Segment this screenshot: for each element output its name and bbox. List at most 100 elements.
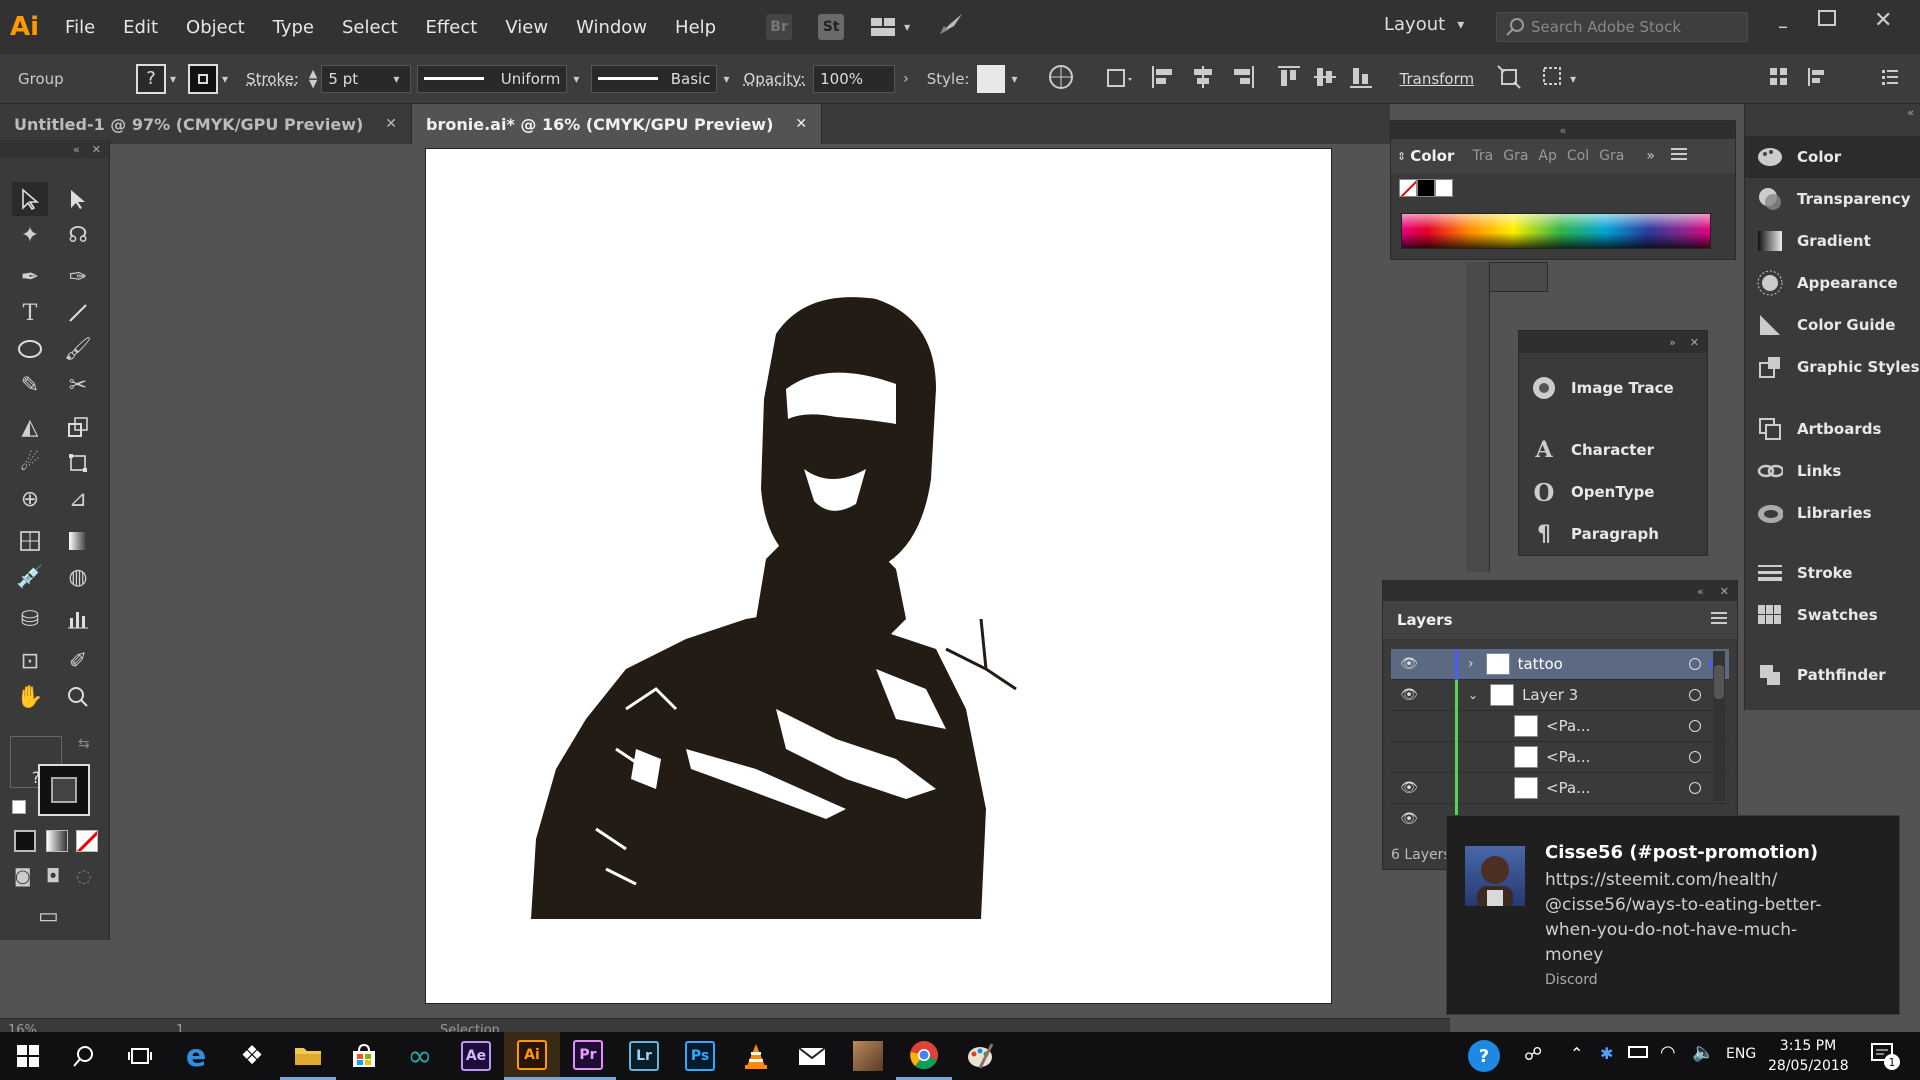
close-icon[interactable]: ✕ <box>795 116 807 132</box>
layer-row-path-3[interactable]: 👁 <Pa... <box>1391 772 1729 804</box>
target-icon[interactable] <box>1689 689 1701 701</box>
close-icon[interactable]: ✕ <box>385 116 397 132</box>
paintbrush-tool[interactable]: 🖌 <box>60 332 96 366</box>
taskbar-photo-app[interactable] <box>840 1032 896 1080</box>
tab-appearance[interactable]: Ap <box>1538 148 1556 164</box>
tab-gradient[interactable]: Gra <box>1503 148 1528 164</box>
menu-type[interactable]: Type <box>273 17 314 38</box>
graphic-style-swatch[interactable] <box>977 64 1006 93</box>
chevron-down-icon[interactable]: ⌄ <box>1468 688 1478 702</box>
opacity-input[interactable]: 100% <box>813 64 896 93</box>
ellipse-tool[interactable] <box>12 332 48 366</box>
chevron-down-icon[interactable]: ▾ <box>222 72 228 86</box>
maximize-button[interactable] <box>1818 10 1836 26</box>
chevron-down-icon[interactable]: ▾ <box>1570 72 1576 86</box>
color-mode-button[interactable] <box>14 830 36 852</box>
tab-untitled-1[interactable]: Untitled-1 @ 97% (CMYK/GPU Preview) ✕ <box>0 104 413 144</box>
panel-opentype[interactable]: O OpenType <box>1519 471 1707 513</box>
opacity-label[interactable]: Opacity: <box>743 70 805 88</box>
magic-wand-tool[interactable]: ✦ <box>12 218 48 252</box>
chevron-right-icon[interactable]: › <box>903 71 909 87</box>
distribute-button[interactable] <box>1806 66 1834 92</box>
taskbar-lightroom[interactable]: Lr <box>616 1032 672 1080</box>
eye-icon[interactable]: 👁 <box>1391 780 1427 796</box>
collapse-icon[interactable]: « <box>73 143 80 156</box>
shaper-tool[interactable]: ✎ <box>12 368 48 402</box>
eye-icon[interactable]: 👁 <box>1391 656 1427 672</box>
expand-icon[interactable]: » <box>1669 336 1676 349</box>
taskbar-mail[interactable] <box>784 1032 840 1080</box>
arrange-documents-button[interactable]: ▾ <box>870 16 910 38</box>
battery-icon[interactable] <box>1628 1046 1648 1058</box>
menu-effect[interactable]: Effect <box>426 17 478 38</box>
transform-link[interactable]: Transform <box>1400 70 1475 88</box>
menu-window[interactable]: Window <box>576 17 647 38</box>
menu-object[interactable]: Object <box>186 17 245 38</box>
selection-tool[interactable] <box>12 182 48 216</box>
eyedropper-tool[interactable]: 💉 <box>12 560 48 594</box>
taskbar-premiere[interactable]: Pr <box>560 1032 616 1080</box>
task-view-button[interactable] <box>112 1032 168 1080</box>
envelope-button[interactable] <box>1540 64 1566 94</box>
screen-mode-icon[interactable]: ▭ <box>38 904 59 929</box>
scale-tool[interactable] <box>60 410 96 444</box>
perspective-grid-tool[interactable]: ⊿ <box>60 482 96 516</box>
close-icon[interactable]: ✕ <box>1690 336 1699 349</box>
zoom-tool[interactable] <box>60 680 96 714</box>
dock-item-artboards[interactable]: Artboards <box>1745 408 1920 450</box>
white-swatch[interactable] <box>1435 179 1453 197</box>
dock-item-color[interactable]: Color <box>1745 136 1920 178</box>
taskbar-photoshop[interactable]: Ps <box>672 1032 728 1080</box>
chevron-down-icon[interactable]: ▾ <box>573 72 579 86</box>
dock-item-gradient[interactable]: Gradient <box>1745 220 1920 262</box>
layer-name[interactable]: <Pa... <box>1546 717 1590 735</box>
bluetooth-icon[interactable]: ✱ <box>1600 1044 1613 1063</box>
control-menu-button[interactable] <box>1880 66 1900 92</box>
tab-transparency[interactable]: Tra <box>1472 148 1493 164</box>
taskbar-after-effects[interactable]: Ae <box>448 1032 504 1080</box>
workspace-switcher[interactable]: Layout ▾ <box>1384 14 1464 35</box>
taskbar-dropbox[interactable]: ❖ <box>224 1032 280 1080</box>
dock-item-stroke[interactable]: Stroke <box>1745 552 1920 594</box>
more-tabs-icon[interactable]: » <box>1646 148 1655 164</box>
stroke-color-box[interactable] <box>38 764 90 816</box>
none-mode-button[interactable] <box>76 830 98 852</box>
start-button[interactable] <box>0 1032 56 1080</box>
panel-menu-button[interactable] <box>1670 147 1687 165</box>
layer-row-tattoo[interactable]: 👁 › tattoo <box>1391 649 1729 680</box>
blend-tool[interactable]: ◍ <box>60 560 96 594</box>
chevron-down-icon[interactable]: ▾ <box>393 72 399 86</box>
shape-builder-tool[interactable]: ⊕ <box>12 482 48 516</box>
close-icon[interactable]: ✕ <box>1720 585 1729 598</box>
collapse-icon[interactable]: « <box>1697 585 1704 598</box>
align-hcenter-button[interactable] <box>1190 64 1216 94</box>
brush-definition[interactable]: Basic <box>591 64 718 93</box>
align-bottom-button[interactable] <box>1348 64 1374 94</box>
variable-width-profile[interactable]: Uniform <box>417 64 568 93</box>
black-swatch[interactable] <box>1417 179 1435 197</box>
layer-row-path-2[interactable]: <Pa... <box>1391 741 1729 773</box>
artboard-tool[interactable]: ⊡ <box>12 644 48 678</box>
target-icon[interactable] <box>1689 782 1701 794</box>
dock-item-swatches[interactable]: Swatches <box>1745 594 1920 636</box>
taskbar-chrome[interactable] <box>896 1032 952 1080</box>
dock-item-graphic-styles[interactable]: Graphic Styles <box>1745 346 1920 388</box>
search-button[interactable] <box>56 1032 112 1080</box>
layer-name[interactable]: <Pa... <box>1546 748 1590 766</box>
mesh-tool[interactable] <box>12 524 48 558</box>
portrait-artwork[interactable] <box>426 149 1333 1005</box>
gpu-performance-button[interactable] <box>936 12 966 42</box>
default-colors-icon[interactable] <box>12 800 26 814</box>
isolate-button[interactable] <box>1496 64 1522 94</box>
arrange-button[interactable] <box>1768 66 1790 92</box>
wifi-icon[interactable]: ◠ <box>1660 1042 1676 1063</box>
target-icon[interactable] <box>1689 658 1701 670</box>
tab-color[interactable]: Color <box>1410 147 1454 165</box>
help-tray-icon[interactable]: ? <box>1468 1040 1500 1072</box>
taskbar-store[interactable] <box>336 1032 392 1080</box>
layer-row-layer3[interactable]: 👁 ⌄ Layer 3 <box>1391 679 1729 711</box>
line-tool[interactable] <box>60 296 96 330</box>
chevron-down-icon[interactable]: ▾ <box>723 72 729 86</box>
layer-name[interactable]: Layer 3 <box>1522 686 1578 704</box>
language-indicator[interactable]: ENG <box>1726 1046 1756 1062</box>
